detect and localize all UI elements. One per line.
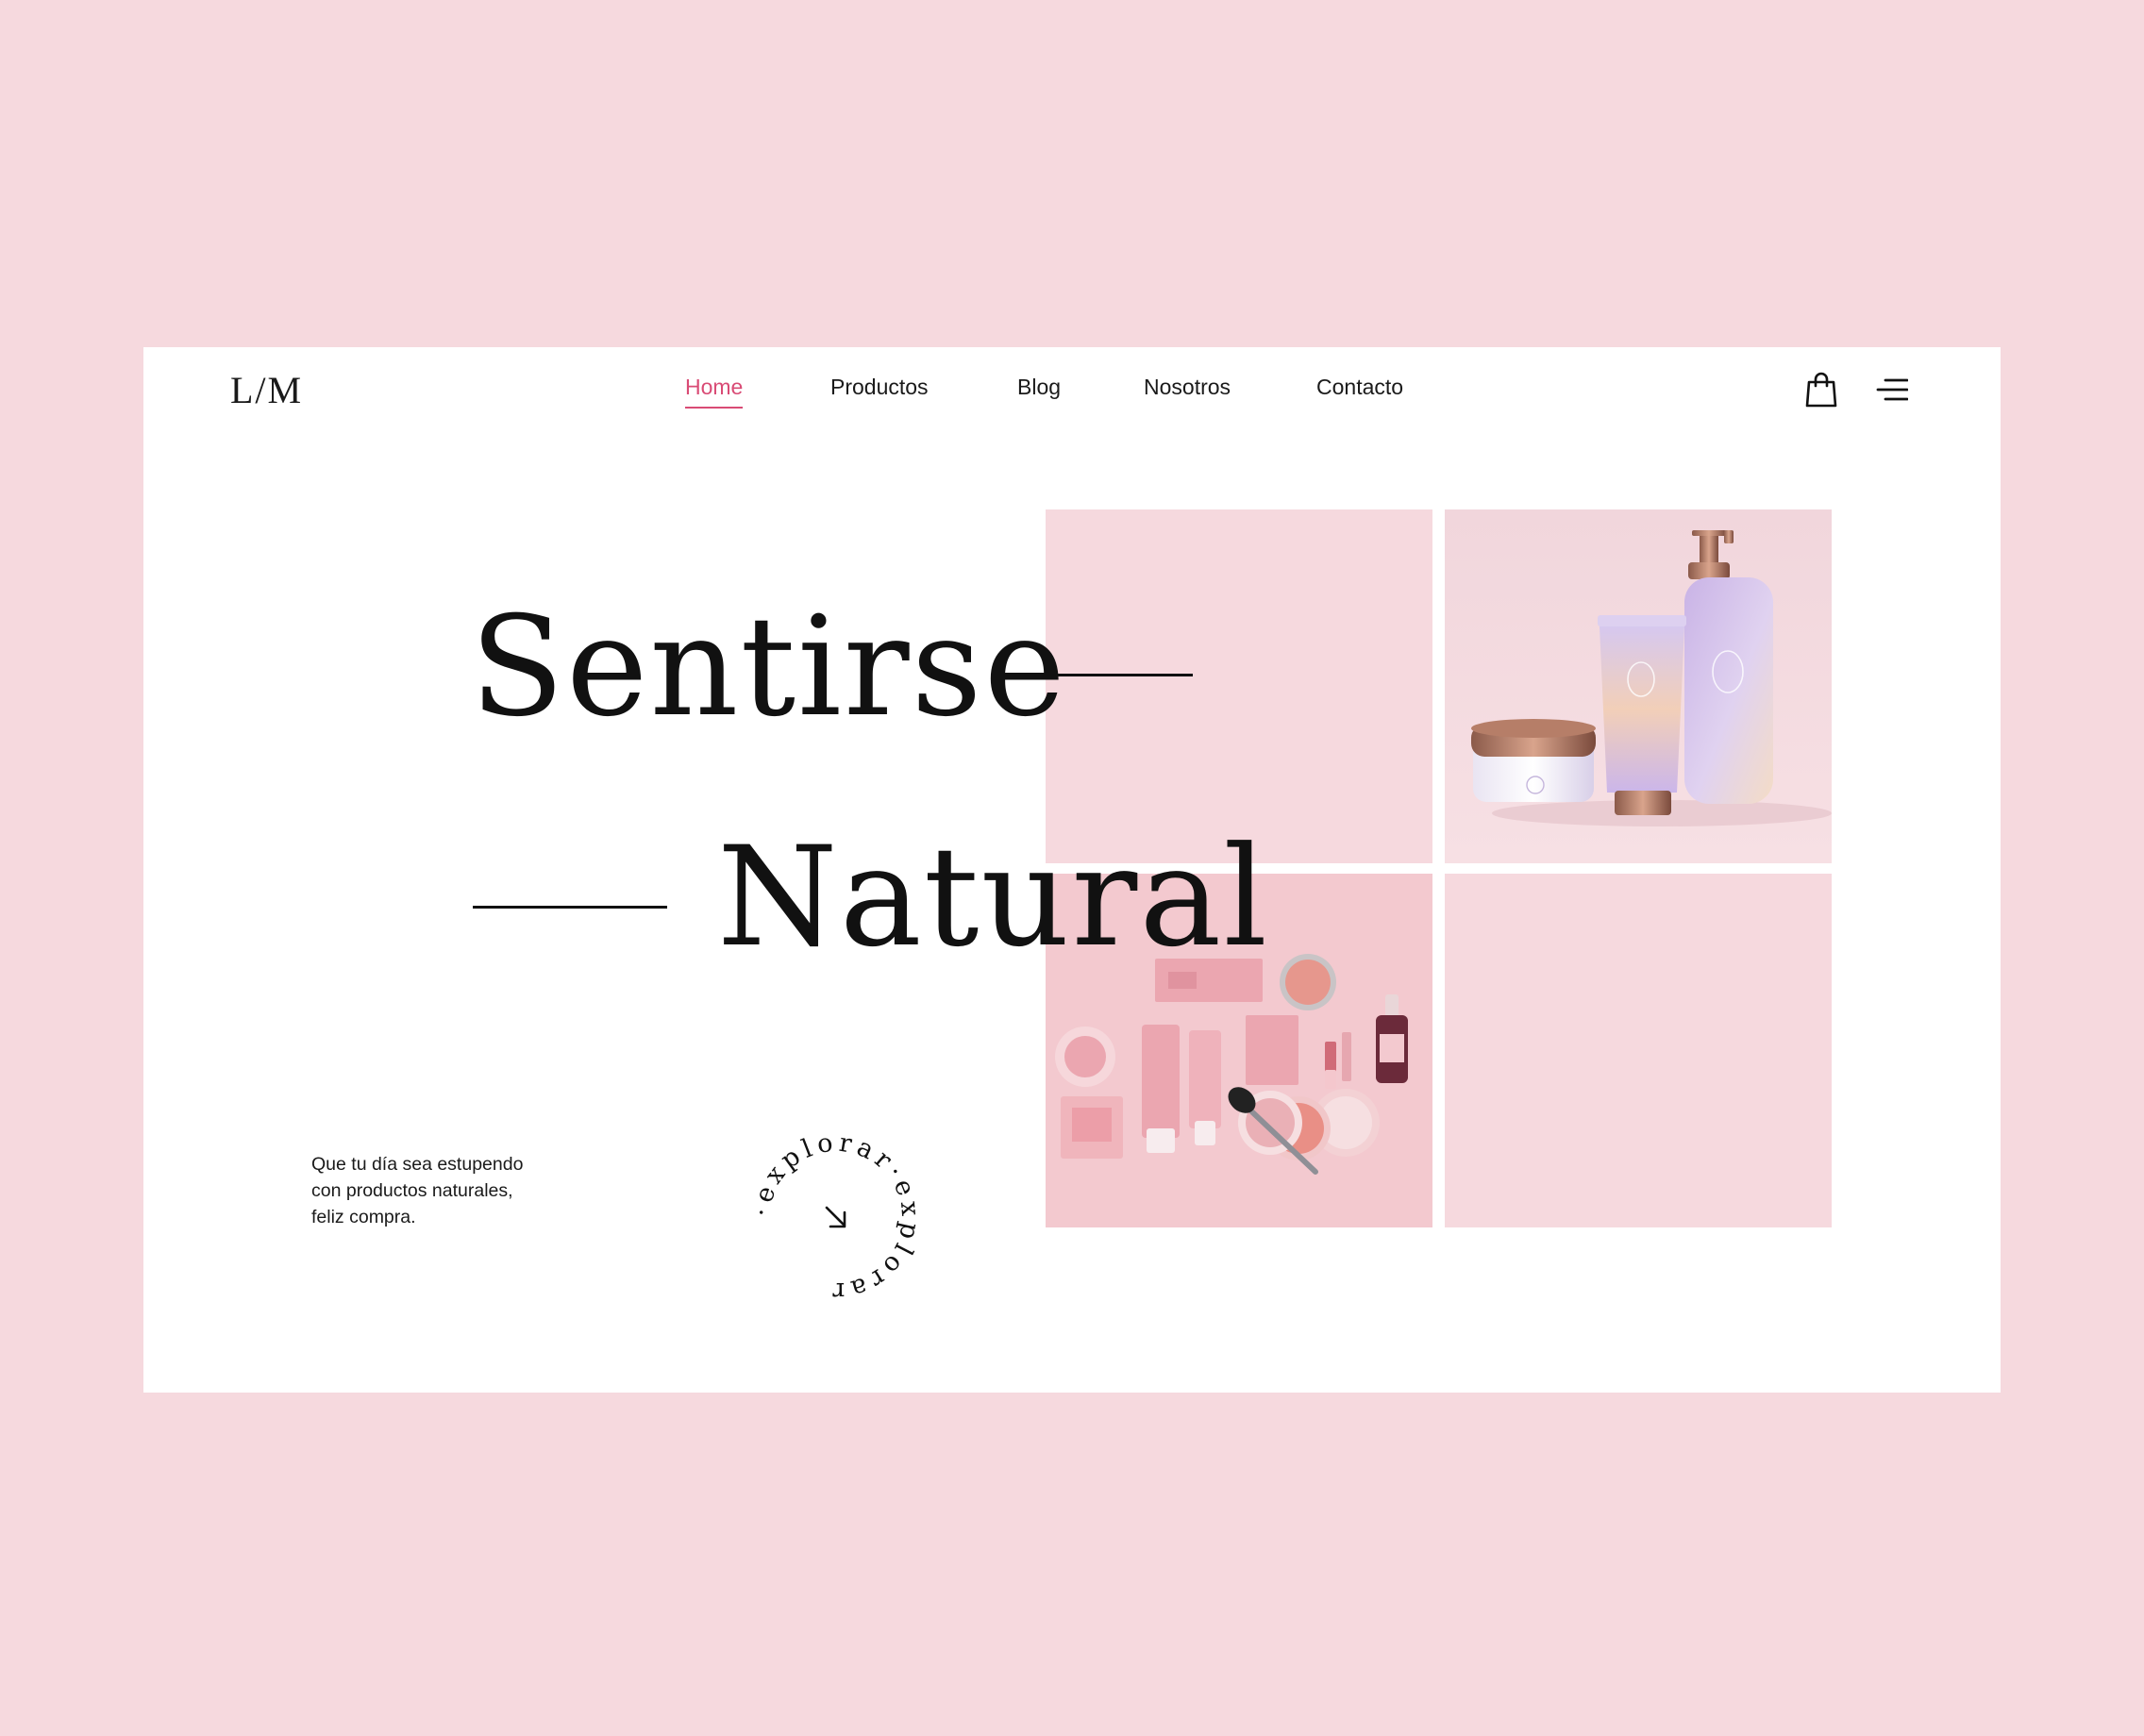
tagline-line: con productos naturales,: [311, 1180, 513, 1201]
nav-item-nosotros[interactable]: Nosotros: [1144, 375, 1231, 400]
headline-line-1: Sentirse: [470, 587, 1067, 747]
headline-dash-right: [998, 674, 1193, 676]
nav-item-contacto[interactable]: Contacto: [1316, 375, 1403, 400]
tile-plain-pink-top-left: [1046, 509, 1432, 863]
explore-circular-button[interactable]: ·explorar·explorar: [747, 1127, 921, 1306]
shopping-bag-icon[interactable]: [1805, 372, 1837, 408]
tagline-line: feliz compra.: [311, 1207, 416, 1227]
hero-card: L/M Home Productos Blog Nosotros Contact…: [143, 347, 2001, 1393]
tagline-line: Que tu día sea estupendo: [311, 1154, 524, 1175]
nav-item-home[interactable]: Home: [685, 375, 744, 409]
product-image-skincare-set[interactable]: [1445, 509, 1832, 863]
tile-plain-pink-bottom-right: [1445, 874, 1832, 1227]
hamburger-menu-icon[interactable]: [1876, 377, 1909, 402]
arrow-down-right-icon: [825, 1206, 846, 1228]
nav-item-blog[interactable]: Blog: [1017, 375, 1061, 400]
tagline: Que tu día sea estupendo con productos n…: [311, 1151, 595, 1230]
headline-dash-left: [473, 906, 667, 909]
nav-item-productos[interactable]: Productos: [830, 375, 929, 400]
main-nav: Home Productos Blog Nosotros Contacto: [143, 375, 2001, 412]
headline-line-2: Natural: [717, 817, 1270, 977]
